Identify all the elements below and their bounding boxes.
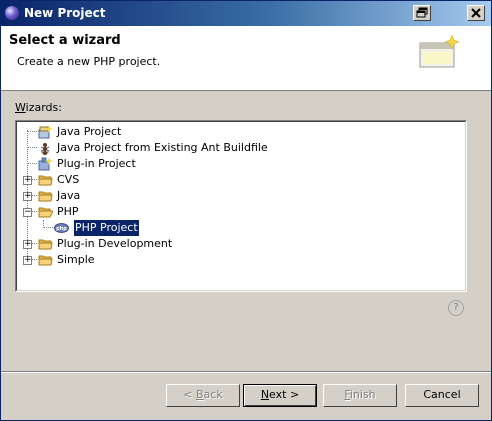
restore-icon [416, 7, 428, 18]
new-project-dialog: New Project Select a wizard Create a new… [0, 0, 492, 421]
tree-item-label: Plug-in Development [57, 237, 173, 250]
back-button[interactable]: < Back [166, 384, 240, 407]
plugin-project-icon [38, 157, 53, 171]
wizards-tree[interactable]: Java Project Java Project from Existing … [15, 120, 467, 292]
tree-item-label: Plug-in Project [57, 157, 136, 170]
next-button[interactable]: Next > [243, 384, 317, 407]
collapse-toggle[interactable]: − [23, 208, 32, 217]
tree-item-cvs[interactable]: + CVS [17, 172, 457, 188]
wizards-label-mnemonic: W [15, 101, 26, 114]
cancel-button-label: Cancel [423, 388, 461, 401]
folder-icon [38, 255, 53, 266]
expand-toggle[interactable]: + [23, 176, 32, 185]
tree-item-java[interactable]: + Java [17, 188, 457, 204]
tree-item-java-project-ant[interactable]: Java Project from Existing Ant Buildfile [17, 140, 457, 156]
tree-item-simple[interactable]: + Simple [17, 252, 457, 268]
tree-item-label: Java Project [57, 125, 122, 138]
wizard-banner-icon [419, 35, 459, 68]
back-button-prefix: < [183, 388, 196, 401]
page-description: Create a new PHP project. [17, 55, 161, 68]
restore-button[interactable] [413, 5, 431, 21]
svg-text:php: php [56, 226, 67, 232]
tree-item-php-project[interactable]: php PHP Project [17, 219, 457, 237]
wizards-label-text: izards: [25, 101, 62, 114]
close-button[interactable] [467, 5, 485, 21]
tree-item-java-project[interactable]: Java Project [17, 124, 457, 140]
folder-icon [38, 239, 53, 250]
wizard-header: Select a wizard Create a new PHP project… [1, 26, 491, 91]
wizards-label: Wizards: [15, 101, 62, 114]
help-icon[interactable]: ? [448, 300, 464, 316]
eclipse-icon [5, 6, 19, 20]
next-button-mnemonic: N [260, 388, 270, 401]
tree-item-label: Java [57, 189, 81, 202]
php-icon: php [54, 223, 69, 233]
ant-icon [40, 143, 50, 155]
wizards-tree-inner: Java Project Java Project from Existing … [16, 121, 466, 291]
expand-toggle[interactable]: + [23, 256, 32, 265]
tree-item-label: Simple [57, 253, 95, 266]
window-title: New Project [24, 6, 106, 20]
tree-item-plugin-development[interactable]: + Plug-in Development [17, 236, 457, 252]
next-button-label: ext > [269, 388, 300, 401]
back-button-label: ack [203, 388, 223, 401]
tree-item-label: CVS [57, 173, 80, 186]
close-icon [471, 8, 481, 18]
tree-item-php[interactable]: − PHP [17, 204, 457, 220]
tree-item-label: Java Project from Existing Ant Buildfile [57, 141, 268, 154]
title-bar[interactable]: New Project [1, 1, 491, 26]
finish-button-label: inish [349, 388, 376, 401]
folder-icon [38, 175, 53, 186]
folder-open-icon [38, 207, 53, 218]
expand-toggle[interactable]: + [23, 240, 32, 249]
tree-item-plugin-project[interactable]: Plug-in Project [17, 156, 457, 172]
finish-button[interactable]: Finish [323, 384, 397, 407]
back-button-mnemonic: B [196, 388, 204, 401]
folder-icon [38, 191, 53, 202]
tree-item-label: PHP Project [73, 219, 140, 237]
tree-item-label: PHP [57, 205, 79, 218]
page-title: Select a wizard [9, 33, 121, 48]
cancel-button[interactable]: Cancel [405, 384, 479, 407]
button-bar-separator [1, 371, 491, 373]
java-project-icon [38, 125, 53, 139]
expand-toggle[interactable]: + [23, 192, 32, 201]
